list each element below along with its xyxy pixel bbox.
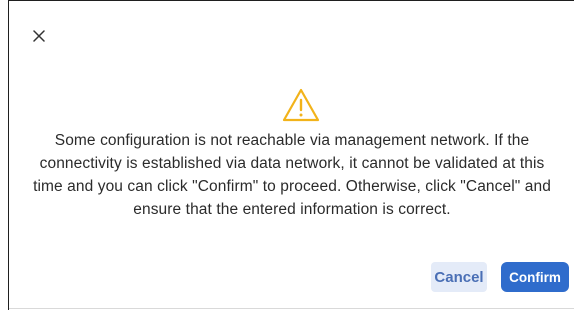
message-line: Some configuration is not reachable via … [54, 132, 530, 149]
message-line: connectivity is established via data net… [39, 155, 545, 172]
warning-triangle-icon [282, 88, 320, 122]
message-line: ensure that the entered information is c… [133, 201, 451, 218]
confirm-button[interactable]: Confirm [501, 262, 569, 292]
cancel-button[interactable]: Cancel [431, 262, 487, 292]
close-button[interactable] [29, 26, 49, 46]
dialog-message: Some configuration is not reachable via … [9, 129, 574, 221]
close-icon [33, 30, 45, 42]
bottom-divider [9, 308, 574, 309]
message-line: time and you can click "Confirm" to proc… [33, 178, 551, 195]
confirmation-dialog: Some configuration is not reachable via … [8, 0, 574, 310]
